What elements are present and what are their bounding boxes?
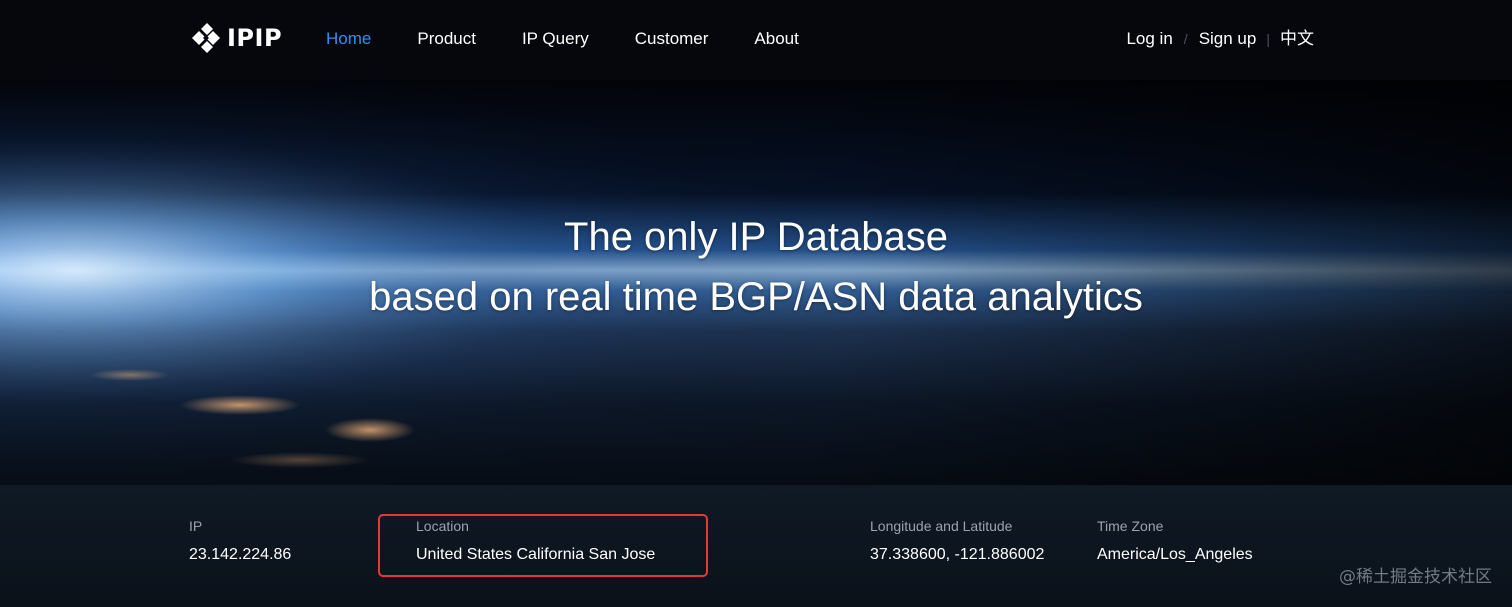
timezone-value: America/Los_Angeles [1097,546,1253,563]
timezone-label: Time Zone [1097,518,1164,534]
hero-title-line-2: based on real time BGP/ASN data analytic… [369,275,1143,319]
location-label: Location [416,518,469,534]
login-separator: / [1183,31,1188,47]
language-switch-link[interactable]: 中文 [1280,29,1314,49]
location-value: United States California San Jose [416,546,656,563]
location-info: Location United States California San Jo… [416,518,655,564]
ipip-diamond-logo-icon [192,23,220,53]
hero-banner: The only IP Database based on real time … [0,80,1512,485]
nav-item-product[interactable]: Product [417,29,476,49]
login-link[interactable]: Log in [1126,29,1172,49]
top-navbar: IPIP Home Product IP Query Customer Abou… [0,0,1512,80]
ip-label: IP [189,518,203,534]
account-nav: Log in / Sign up | 中文 [1126,29,1314,49]
nav-item-about[interactable]: About [754,29,798,49]
main-nav: Home Product IP Query Customer About [326,29,845,49]
hero-title-line-1: The only IP Database [564,215,948,259]
coordinates-info: Longitude and Latitude 37.338600, -121.8… [870,518,1044,564]
ip-info: IP 23.142.224.86 [189,518,291,564]
nav-item-home[interactable]: Home [326,29,371,49]
brand-logo[interactable]: IPIP [189,20,282,56]
signup-link[interactable]: Sign up [1199,29,1257,49]
timezone-info: Time Zone America/Los_Angeles [1097,518,1253,564]
coordinates-value: 37.338600, -121.886002 [870,546,1045,563]
nav-item-ip-query[interactable]: IP Query [522,29,589,49]
brand-name: IPIP [227,24,283,52]
nav-item-customer[interactable]: Customer [635,29,709,49]
coordinates-label: Longitude and Latitude [870,518,1013,534]
language-separator: | [1266,31,1270,47]
watermark-text: @稀土掘金技术社区 [1339,567,1492,587]
ip-info-bar: IP 23.142.224.86 Location United States … [0,485,1512,607]
page: IPIP Home Product IP Query Customer Abou… [0,0,1512,607]
ip-value: 23.142.224.86 [189,546,292,563]
